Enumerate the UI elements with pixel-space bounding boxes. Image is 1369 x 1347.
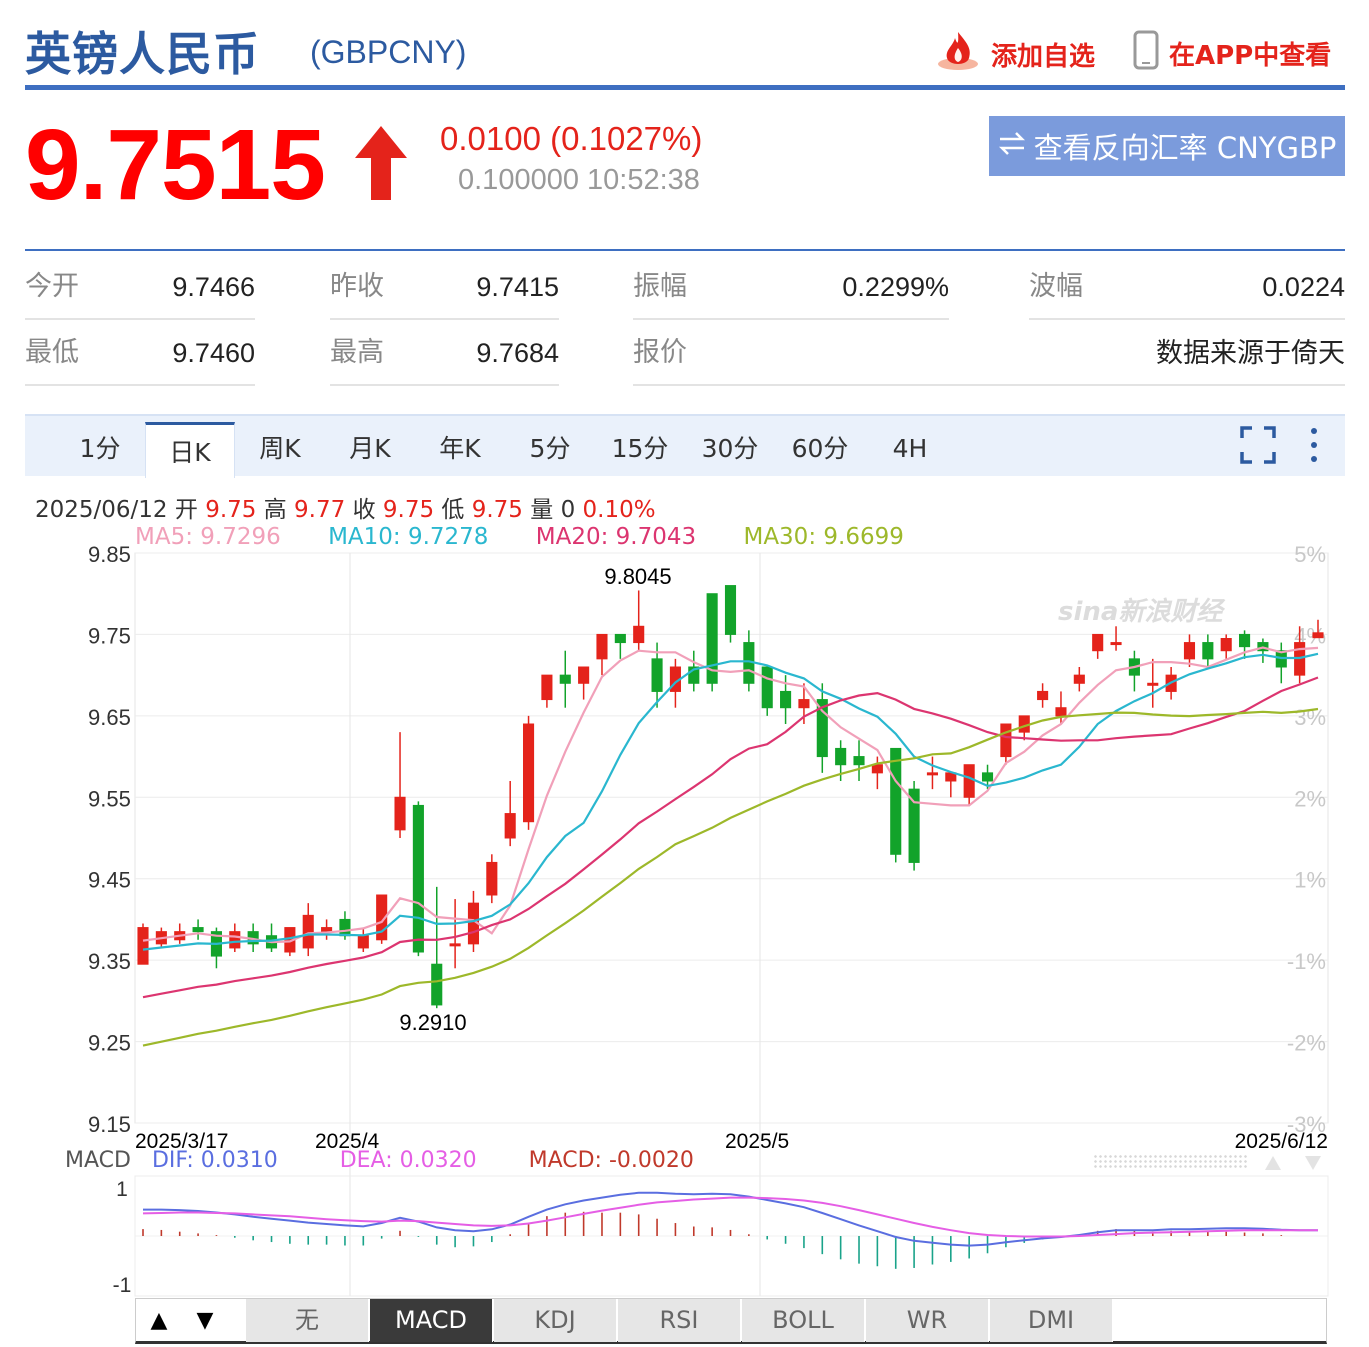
- macd-tick-label: -1: [113, 1274, 132, 1297]
- candle-body: [1183, 642, 1196, 660]
- y-tick-label: 9.15: [88, 1112, 131, 1137]
- macd-dif: DIF: 0.0310: [151, 1148, 278, 1173]
- candle-body: [1220, 638, 1232, 652]
- macd-panel: 1 -1: [113, 1175, 1329, 1297]
- chart-grid: [134, 552, 1329, 1296]
- candle-body: [871, 764, 883, 774]
- pct-tick-label: 2%: [1294, 786, 1326, 811]
- ma-line: [142, 646, 1319, 944]
- ma-lines: [142, 646, 1319, 1047]
- x-tick-label: 2025/6/12: [1235, 1130, 1328, 1153]
- indicator-wr[interactable]: WR: [866, 1299, 989, 1342]
- candle-body: [835, 747, 847, 766]
- candle-body: [853, 756, 865, 766]
- candle-body: [614, 633, 626, 644]
- candle-body: [339, 918, 351, 937]
- pct-tick-label: 3%: [1294, 705, 1326, 730]
- candle-body: [596, 633, 608, 660]
- y-tick-label: 9.45: [88, 868, 131, 893]
- candle-body: [926, 772, 939, 776]
- candle-body: [541, 674, 553, 701]
- candle-body: [229, 931, 241, 949]
- indicator-macd[interactable]: MACD: [370, 1299, 493, 1342]
- y-tick-label: 9.85: [88, 542, 131, 567]
- candle-body: [1202, 642, 1214, 660]
- y-axis-labels: 9.85 9.75 9.65 9.55 9.45 9.35 9.25 9.15: [88, 542, 131, 1137]
- y-tick-label: 9.75: [88, 623, 131, 648]
- pct-tick-label: 1%: [1294, 868, 1326, 893]
- candle-body: [1147, 682, 1159, 686]
- candle-body: [449, 943, 461, 947]
- macd-title: MACD: [65, 1148, 131, 1173]
- candle-body: [431, 963, 443, 1006]
- candle-body: [486, 861, 498, 896]
- indicator-bar: ▲ ▼ 无 MACD KDJ RSI BOLL WR DMI: [135, 1298, 1327, 1344]
- ma-line: [142, 676, 1319, 999]
- y-tick-label: 9.25: [88, 1031, 131, 1056]
- y-tick-label: 9.65: [88, 705, 131, 730]
- indicator-kdj[interactable]: KDJ: [494, 1299, 617, 1342]
- candle-body: [890, 747, 902, 855]
- candle-body: [1110, 642, 1122, 646]
- pct-tick-label: 5%: [1294, 542, 1326, 567]
- pct-tick-label: -2%: [1287, 1031, 1326, 1056]
- indicator-rsi[interactable]: RSI: [618, 1299, 741, 1342]
- candle-body: [780, 690, 792, 709]
- indicator-dmi[interactable]: DMI: [990, 1299, 1113, 1342]
- candle-body: [394, 796, 406, 831]
- candle-body: [137, 927, 149, 965]
- candle-body: [578, 666, 590, 684]
- candle-body: [963, 764, 975, 798]
- low-marker: 9.2910: [399, 1010, 466, 1035]
- candle-body: [1239, 633, 1251, 648]
- watermark-text: sina新浪财经: [1058, 597, 1225, 627]
- candle-body: [1055, 707, 1067, 717]
- candle-body: [302, 914, 314, 949]
- watermark: sina新浪财经: [1058, 597, 1225, 627]
- high-marker: 9.8045: [604, 564, 671, 589]
- macd-legend: MACD DIF: 0.0310 DEA: 0.0320 MACD: -0.00…: [65, 1148, 694, 1173]
- arrow-up-button[interactable]: ▲: [136, 1299, 182, 1343]
- macd-value: MACD: -0.0020: [528, 1148, 694, 1173]
- candle-body: [321, 927, 333, 933]
- x-tick-label: 2025/5: [725, 1130, 789, 1153]
- candle-body: [559, 674, 571, 684]
- candle-body: [1073, 674, 1085, 684]
- candle-body: [1000, 723, 1012, 758]
- pct-tick-label: -1%: [1287, 949, 1326, 974]
- candle-body: [522, 723, 535, 823]
- candle-body: [981, 772, 994, 782]
- plot-frame: [134, 552, 1329, 1124]
- candle-body: [357, 935, 369, 949]
- kline-chart[interactable]: sina新浪财经 9.85 9.75 9.65 9.55 9.45 9.35 9.25 9.1…: [0, 0, 1369, 1300]
- ma-line: [142, 652, 1319, 951]
- candle-body: [504, 813, 516, 839]
- candle-body: [1037, 690, 1049, 701]
- arrow-down-button[interactable]: ▼: [182, 1299, 228, 1343]
- indicator-none[interactable]: 无: [246, 1299, 369, 1342]
- y-tick-label: 9.55: [88, 786, 131, 811]
- pct-axis-labels: 5%4%3%2%1%-1%-2%-3%: [1287, 542, 1326, 1137]
- candle-body: [651, 658, 663, 692]
- scroll-up-icon[interactable]: [1265, 1154, 1321, 1176]
- candle-body: [1092, 633, 1104, 652]
- candle-body: [1312, 632, 1324, 639]
- macd-dea: DEA: 0.0320: [339, 1148, 477, 1173]
- candle-body: [633, 625, 645, 644]
- y-tick-label: 9.35: [88, 949, 131, 974]
- indicator-boll[interactable]: BOLL: [742, 1299, 865, 1342]
- candle-body: [724, 585, 737, 635]
- candle-body: [761, 666, 773, 709]
- candle-body: [412, 804, 424, 953]
- candle-body: [908, 788, 920, 863]
- scroll-handle[interactable]: [1093, 1154, 1248, 1168]
- candle-body: [798, 699, 810, 709]
- candle-body: [192, 927, 204, 933]
- macd-tick-label: 1: [116, 1178, 128, 1201]
